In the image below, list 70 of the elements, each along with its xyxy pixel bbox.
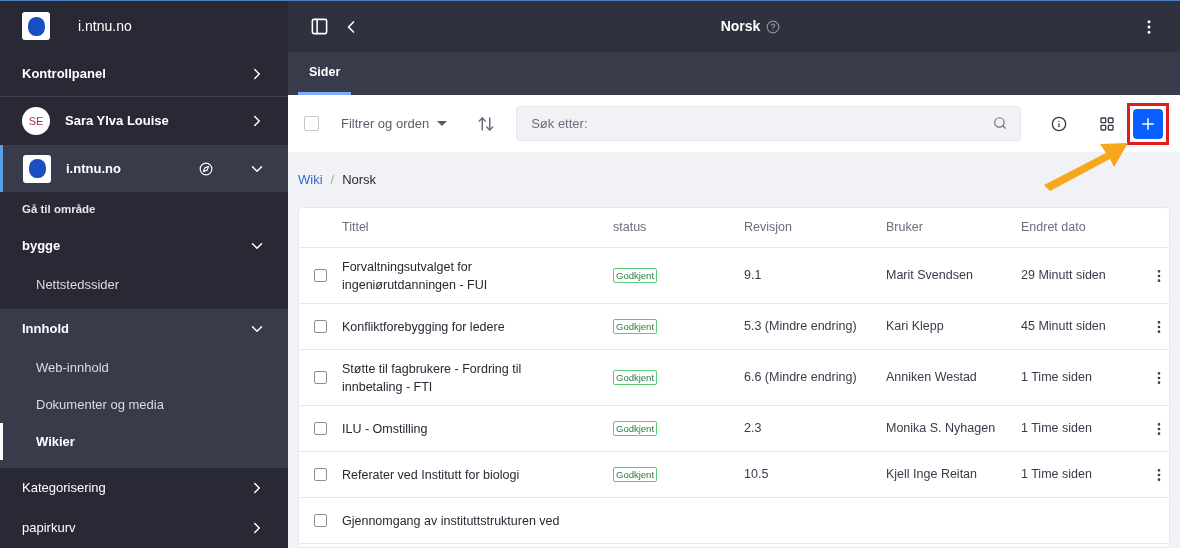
breadcrumb-separator: / (330, 170, 335, 189)
user-cell-text: Kjell Inge Reitan (886, 466, 979, 484)
user-cell-text: Marit Svendsen (886, 267, 974, 285)
sort-icon[interactable] (477, 114, 496, 133)
sidebar-group[interactable]: Innhold (22, 319, 69, 339)
title-cell[interactable]: Konfliktforebygging for ledere (342, 317, 613, 336)
column-header: Tittel (342, 219, 370, 237)
add-button[interactable] (1133, 108, 1164, 139)
site-logo (23, 154, 51, 183)
info-icon[interactable] (1051, 115, 1068, 132)
revision-cell-text: 2.3 (744, 420, 763, 438)
user-cell-text: Monika S. Nyhagen (886, 420, 997, 438)
modified-cell-text: 29 Minutt siden (1021, 267, 1107, 285)
row-checkbox[interactable] (314, 320, 327, 333)
site-name: i.ntnu.no (66, 159, 122, 178)
status-badge: Godkjent (613, 268, 658, 284)
site-title: i.ntnu.no (78, 16, 132, 36)
sidebar-group[interactable]: bygge (22, 236, 61, 256)
sidebar-link[interactable]: Nettstedssider (36, 274, 120, 295)
revision-cell-text: 6.6 (Mindre endring) (744, 369, 858, 387)
sidebar-link[interactable]: Kontrollpanel (22, 64, 106, 84)
help-icon[interactable] (766, 19, 781, 34)
user-name[interactable]: Sara Ylva Louise (65, 111, 233, 131)
breadcrumb-current: Norsk (342, 170, 377, 189)
status-badge: Godkjent (613, 467, 658, 483)
user-avatar: SE (22, 106, 50, 135)
select-all-checkbox[interactable] (304, 116, 319, 131)
row-checkbox[interactable] (314, 371, 327, 384)
revision-cell-text: 10.5 (744, 466, 770, 484)
modified-cell-text: 1 Time siden (1021, 466, 1093, 484)
sidebar-group[interactable]: papirkurv (22, 518, 76, 538)
modified-cell-text: 1 Time siden (1021, 369, 1093, 387)
status-badge: Godkjent (613, 421, 658, 437)
row-checkbox[interactable] (314, 514, 327, 527)
site-logo (22, 12, 50, 41)
title-cell[interactable]: Forvaltningsutvalget for ingeniørutdanningen - FUI (342, 257, 613, 294)
caret-icon (437, 121, 448, 126)
row-checkbox[interactable] (314, 422, 327, 435)
page-title: Norsk (720, 17, 761, 36)
column-header: Bruker (886, 219, 924, 237)
filter-dropdown[interactable]: Filtrer og orden (341, 113, 448, 134)
title-cell[interactable]: Referater ved Institutt for biologi (342, 465, 613, 484)
column-header: status (613, 219, 648, 237)
status-badge: Godkjent (613, 319, 658, 335)
section-heading: Gå til område (22, 201, 96, 217)
user-cell-text: Kari Klepp (886, 318, 945, 336)
compass-icon[interactable] (199, 161, 213, 176)
revision-cell-text: 9.1 (744, 267, 763, 285)
column-header: Revisjon (744, 219, 793, 237)
search-field[interactable]: Søk etter: (516, 106, 1022, 141)
search-icon[interactable] (993, 116, 1008, 130)
title-cell[interactable]: ILU - Omstilling (342, 419, 613, 438)
status-badge: Godkjent (613, 370, 658, 386)
modified-cell-text: 45 Minutt siden (1021, 318, 1107, 336)
sidebar-link[interactable]: Dokumenter og media (36, 394, 164, 415)
sidebar-link[interactable]: Wikier (36, 431, 75, 452)
grid-view-icon[interactable] (1099, 115, 1116, 132)
title-cell[interactable]: Gjennomgang av instituttstrukturen ved (342, 511, 613, 530)
sidebar-group[interactable]: Kategorisering (22, 478, 106, 498)
revision-cell-text: 5.3 (Mindre endring) (744, 318, 858, 336)
breadcrumb-link[interactable]: Wiki (298, 169, 323, 190)
title-cell[interactable]: Støtte til fagbrukere - Fordring til innbetaling - FTI (342, 359, 613, 396)
site-row[interactable]: i.ntnu.no (0, 144, 288, 193)
modified-cell-text: 1 Time siden (1021, 420, 1093, 438)
sidebar-toggle-icon[interactable] (310, 17, 329, 36)
row-checkbox[interactable] (314, 468, 327, 481)
sidebar-link[interactable]: Web-innhold (36, 357, 109, 378)
column-header: Endret dato (1021, 219, 1087, 237)
user-cell-text: Anniken Westad (886, 369, 978, 387)
row-checkbox[interactable] (314, 269, 327, 282)
